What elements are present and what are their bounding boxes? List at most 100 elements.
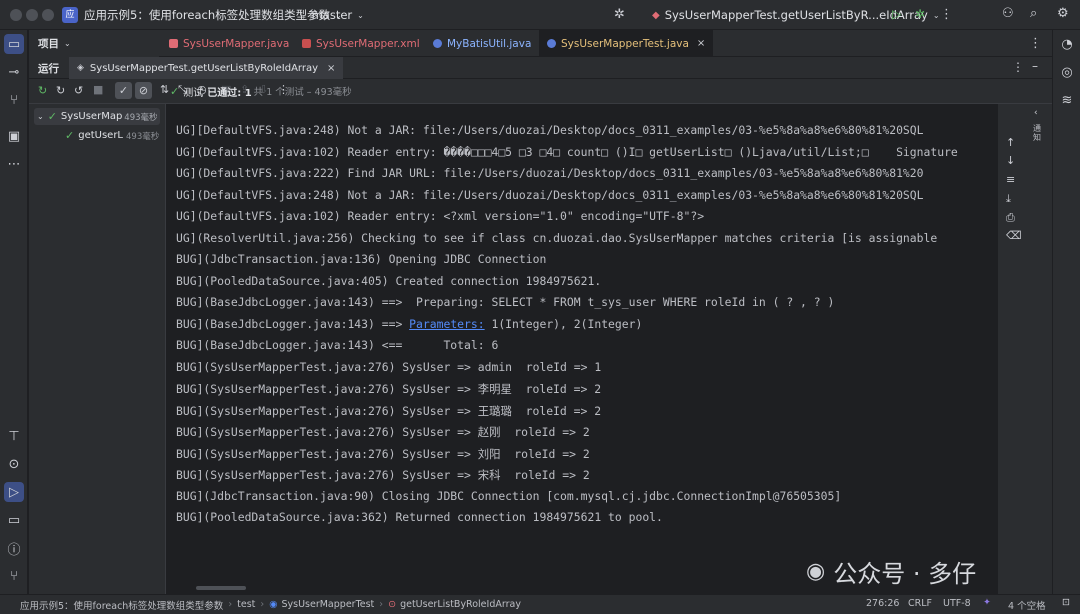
run-toolbar: ↻ ↻ ↺ ■ ✓ ⊘ ⇅ ⤡ ◷ ▣ ⇪ ⇩ ⋮ ✓ 测试 已通过: 1 共 … (29, 79, 1052, 104)
console-line: BUG](BaseJdbcLogger.java:143) <== Total:… (176, 338, 499, 352)
stop-icon[interactable]: ■ (93, 83, 103, 96)
pull-requests-icon[interactable]: ⑂ (4, 90, 24, 110)
add-user-icon[interactable]: ⚇ (1002, 6, 1014, 21)
down-arrow-icon[interactable]: ↓ (1006, 154, 1015, 167)
close-window-button[interactable] (10, 9, 22, 21)
show-ignored-icon[interactable]: ⊘ (135, 82, 152, 99)
rerun-failed-icon[interactable]: ↻ (56, 84, 65, 97)
structure-icon[interactable]: ▣ (4, 126, 24, 146)
run-panel-icon[interactable]: ▷ (4, 482, 24, 502)
console-line: UG](DefaultVFS.java:222) Find JAR URL: f… (176, 166, 924, 180)
show-passed-icon[interactable]: ✓ (115, 82, 132, 99)
lock-icon[interactable]: ⊡ (1062, 597, 1070, 608)
tab-sysusermappertest-java[interactable]: SysUserMapperTest.java × (539, 30, 714, 59)
notifications-panel-label[interactable]: 通知 (1033, 124, 1043, 142)
run-tab-label: SysUserMapperTest.getUserListByRoleIdArr… (89, 62, 319, 74)
console-line: UG](ResolverUtil.java:256) Checking to s… (176, 231, 938, 245)
sort-icon[interactable]: ⇅ (160, 83, 169, 96)
tree-item-class[interactable]: ⌄ ✓ SysUserMap 493毫秒 (34, 108, 160, 125)
console-line: BUG](SysUserMapperTest.java:276) SysUser… (176, 447, 590, 461)
breadcrumb-test[interactable]: test (237, 599, 255, 610)
run-panel-header: 运行 ◈ SysUserMapperTest.getUserListByRole… (29, 57, 1052, 79)
more-tools-icon[interactable]: ⋯ (4, 154, 24, 174)
collapse-left-icon[interactable]: ‹ (1034, 108, 1038, 118)
close-run-tab-icon[interactable]: × (327, 63, 335, 74)
console-line: UG](DefaultVFS.java:102) Reader entry: <… (176, 209, 705, 223)
chevron-down-icon: ⌄ (64, 39, 71, 48)
minimize-window-button[interactable] (26, 9, 38, 21)
terminal-icon[interactable]: ▭ (4, 510, 24, 530)
settings-gear-icon[interactable]: ⚙ (1057, 6, 1069, 21)
console-line: BUG](PooledDataSource.java:362) Returned… (176, 510, 663, 524)
tree-item-time: 493毫秒 (124, 112, 158, 123)
console-output[interactable]: UG][DefaultVFS.java:248) Not a JAR: file… (166, 104, 998, 594)
tree-item-time: 493毫秒 (126, 131, 160, 142)
parameters-values: 1(Integer), 2(Integer) (484, 317, 643, 331)
project-name: 应用示例5：使用foreach标签处理数组类型参数 (84, 8, 331, 22)
method-icon: ⊙ (388, 599, 397, 610)
project-folder-icon[interactable]: ▭ (4, 34, 24, 54)
console-line: BUG](BaseJdbcLogger.java:143) ==> Prepar… (176, 295, 835, 309)
scroll-to-end-icon[interactable]: ⤓ (1006, 192, 1011, 206)
services-icon[interactable]: ⊙ (4, 454, 24, 474)
passed-check-icon: ✓ (47, 110, 57, 123)
problems-icon[interactable]: ⓘ (4, 538, 24, 558)
console-line: BUG](BaseJdbcLogger.java:143) ==> (176, 317, 410, 331)
watermark: ◉ 公众号 · 多仔 (806, 554, 976, 588)
cursor-position[interactable]: 276:26 (866, 598, 899, 609)
branch-selector[interactable]: ⑂ master ⌄ (300, 6, 364, 24)
debug-icon[interactable]: ✲ (915, 7, 925, 21)
rerun-icon[interactable]: ↻ (38, 84, 47, 97)
line-ending[interactable]: CRLF (908, 598, 932, 609)
ai-status-icon[interactable]: ✦ (983, 597, 991, 608)
more-actions-icon[interactable]: ⋮ (940, 7, 953, 22)
console-line: BUG](SysUserMapperTest.java:276) SysUser… (176, 382, 602, 396)
toggle-auto-test-icon[interactable]: ↺ (74, 84, 83, 97)
run-panel-title: 运行 (38, 63, 59, 75)
ai-assistant-icon[interactable]: ◎ (1057, 62, 1077, 82)
console-line-parameters: BUG](BaseJdbcLogger.java:143) ==> Parame… (176, 317, 642, 331)
tree-item-method[interactable]: ✓ getUserL 493毫秒 (65, 127, 159, 144)
soft-wrap-icon[interactable]: ≡ (1006, 173, 1015, 186)
right-tool-window-bar: ◔ ◎ ≋ (1052, 30, 1080, 594)
trash-icon[interactable]: ⌫ (1006, 229, 1022, 242)
breadcrumb-separator: › (379, 599, 384, 610)
bug-debug-icon[interactable]: ✲ (614, 7, 625, 22)
indent-setting[interactable]: 4 个空格 (1008, 598, 1046, 612)
commit-icon[interactable]: ⊸ (4, 62, 24, 82)
notifications-bell-icon[interactable]: ◔ (1057, 34, 1077, 54)
breadcrumb-method[interactable]: getUserListByRoleIdArray (400, 599, 521, 610)
breadcrumb-project[interactable]: 应用示例5：使用foreach标签处理数组类型参数 (20, 598, 223, 612)
test-status-passed: 已通过: 1 (207, 87, 252, 99)
database-icon[interactable]: ≋ (1057, 90, 1077, 110)
test-tree: ⌄ ✓ SysUserMap 493毫秒 ✓ getUserL 493毫秒 (29, 104, 166, 594)
tab-label: SysUserMapperTest.java (561, 37, 689, 50)
passed-check-icon: ✓ (65, 129, 75, 142)
more-tabs-icon[interactable]: ⋮ (1029, 36, 1042, 51)
tab-sysusermapper-xml[interactable]: SysUserMapper.xml (302, 30, 420, 57)
console-line: UG](DefaultVFS.java:248) Not a JAR: file… (176, 188, 924, 202)
search-icon[interactable]: ⌕ (1030, 6, 1037, 21)
horizontal-scrollbar[interactable] (196, 586, 246, 590)
tab-sysusermapper-java[interactable]: SysUserMapper.java (169, 30, 289, 57)
project-panel-header[interactable]: 项目 ⌄ (29, 30, 159, 57)
zoom-window-button[interactable] (42, 9, 54, 21)
more-options-icon[interactable]: ⋮ (1012, 60, 1024, 74)
console-line: BUG](JdbcTransaction.java:90) Closing JD… (176, 489, 842, 503)
up-arrow-icon[interactable]: ↑ (1006, 136, 1015, 149)
file-encoding[interactable]: UTF-8 (943, 598, 971, 609)
print-icon[interactable]: ⎙ (1006, 211, 1015, 225)
parameters-link[interactable]: Parameters: (409, 317, 484, 331)
run-icon[interactable]: ▷ (892, 7, 901, 21)
breadcrumb-class[interactable]: SysUserMapperTest (281, 599, 374, 610)
run-tab[interactable]: ◈ SysUserMapperTest.getUserListByRoleIdA… (69, 57, 344, 79)
git-icon[interactable]: ⑂ (4, 566, 24, 586)
console-line: BUG](SysUserMapperTest.java:276) SysUser… (176, 404, 602, 418)
class-icon: ◉ (269, 599, 278, 610)
close-tab-icon[interactable]: × (697, 38, 705, 49)
watermark-text: 公众号 · 多仔 (833, 559, 977, 588)
tab-mybatisutil-java[interactable]: MyBatisUtil.java (433, 30, 531, 57)
build-hammer-icon[interactable]: ⊤ (4, 426, 24, 446)
minimize-panel-icon[interactable]: – (1032, 59, 1038, 73)
console-line: BUG](SysUserMapperTest.java:276) SysUser… (176, 425, 590, 439)
